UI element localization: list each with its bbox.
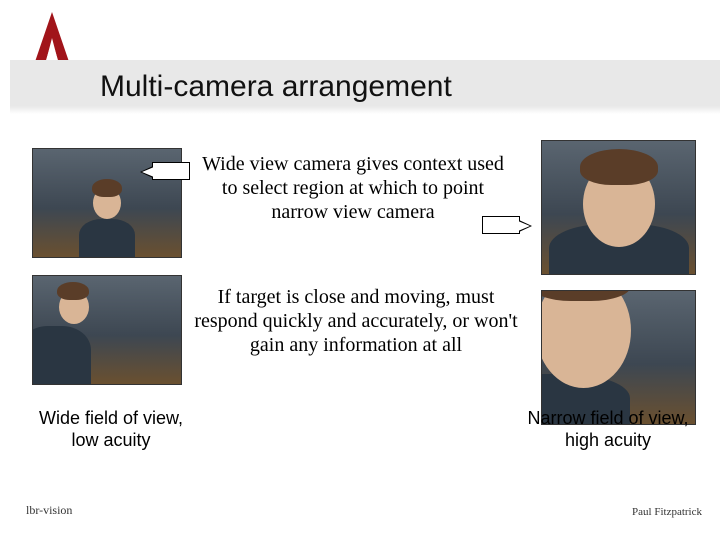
- title-bar: Multi-camera arrangement: [10, 60, 720, 114]
- caption-left: Wide field of view, low acuity: [26, 408, 196, 451]
- caption-right: Narrow field of view, high acuity: [508, 408, 708, 451]
- body-text-2: If target is close and moving, must resp…: [186, 285, 526, 357]
- callout-left: [152, 162, 190, 180]
- narrow-view-image-1: [541, 140, 696, 275]
- body-text-1: Wide view camera gives context used to s…: [198, 152, 508, 224]
- footer-right: Paul Fitzpatrick: [632, 506, 702, 518]
- wide-view-image-2: [32, 275, 182, 385]
- slide-title: Multi-camera arrangement: [100, 70, 452, 104]
- narrow-view-image-2: [541, 290, 696, 425]
- footer-left: lbr-vision: [26, 503, 72, 518]
